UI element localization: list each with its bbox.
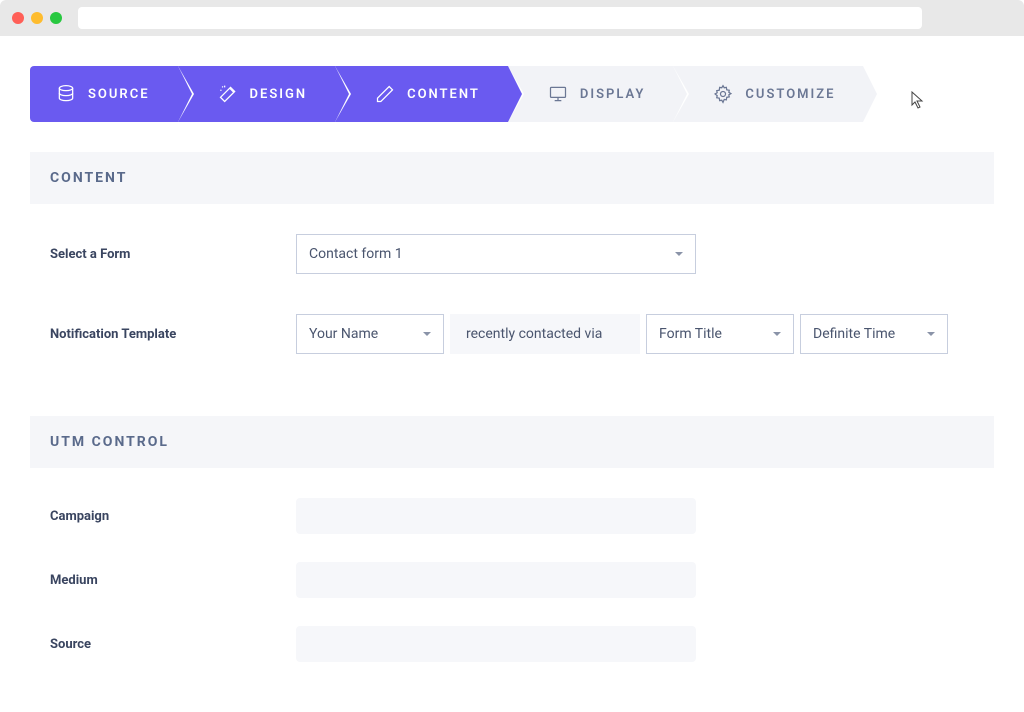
database-icon bbox=[56, 84, 76, 104]
utm-medium-label: Medium bbox=[50, 573, 296, 588]
step-content[interactable]: CONTENT bbox=[335, 66, 508, 122]
wand-icon bbox=[218, 84, 238, 104]
select-form-label: Select a Form bbox=[50, 247, 296, 262]
monitor-icon bbox=[548, 84, 568, 104]
chevron-down-icon bbox=[927, 332, 935, 336]
template-form-title-dropdown[interactable]: Form Title bbox=[646, 314, 794, 354]
section-header-utm: UTM CONTROL bbox=[30, 416, 994, 468]
step-design[interactable]: DESIGN bbox=[178, 66, 336, 122]
chevron-down-icon bbox=[675, 252, 683, 256]
step-label: CONTENT bbox=[407, 87, 480, 102]
browser-chrome bbox=[0, 0, 1024, 36]
template-time-dropdown[interactable]: Definite Time bbox=[800, 314, 948, 354]
wizard-stepper: SOURCE DESIGN CONTENT DISPLAY bbox=[30, 66, 994, 122]
section-body-utm: Campaign Medium Source bbox=[30, 468, 994, 702]
utm-medium-input[interactable] bbox=[296, 562, 696, 598]
step-customize[interactable]: CUSTOMIZE bbox=[673, 66, 863, 122]
gear-icon bbox=[713, 84, 733, 104]
chevron-down-icon bbox=[423, 332, 431, 336]
step-label: DISPLAY bbox=[580, 87, 646, 102]
utm-campaign-label: Campaign bbox=[50, 509, 296, 524]
template-static-text: recently contacted via bbox=[450, 314, 640, 354]
step-label: SOURCE bbox=[88, 87, 150, 102]
step-display[interactable]: DISPLAY bbox=[508, 66, 674, 122]
step-source[interactable]: SOURCE bbox=[30, 66, 178, 122]
utm-campaign-input[interactable] bbox=[296, 498, 696, 534]
template-name-dropdown[interactable]: Your Name bbox=[296, 314, 444, 354]
section-header-content: CONTENT bbox=[30, 152, 994, 204]
window-controls bbox=[12, 12, 62, 24]
utm-source-label: Source bbox=[50, 637, 296, 652]
pencil-icon bbox=[375, 84, 395, 104]
step-label: CUSTOMIZE bbox=[745, 87, 835, 102]
section-body-content: Select a Form Contact form 1 Notificatio… bbox=[30, 204, 994, 394]
select-form-dropdown[interactable]: Contact form 1 bbox=[296, 234, 696, 274]
close-window-button[interactable] bbox=[12, 12, 24, 24]
url-bar[interactable] bbox=[78, 7, 922, 29]
chevron-down-icon bbox=[773, 332, 781, 336]
minimize-window-button[interactable] bbox=[31, 12, 43, 24]
step-label: DESIGN bbox=[250, 87, 308, 102]
maximize-window-button[interactable] bbox=[50, 12, 62, 24]
notification-template-label: Notification Template bbox=[50, 327, 296, 342]
utm-source-input[interactable] bbox=[296, 626, 696, 662]
notification-template-builder: Your Name recently contacted via Form Ti… bbox=[296, 314, 948, 354]
